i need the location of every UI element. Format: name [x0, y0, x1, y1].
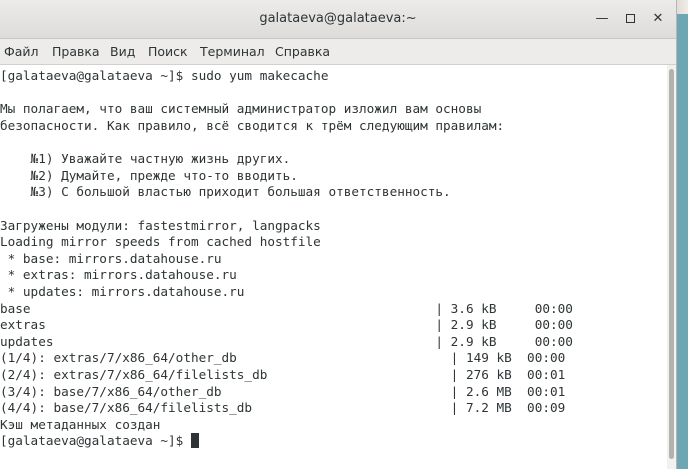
scrollbar-thumb[interactable]: [669, 69, 674, 459]
terminal-line: №3) С большой властью приходит большая о…: [0, 184, 451, 199]
menu-edit[interactable]: Правка: [52, 44, 100, 59]
menu-search[interactable]: Поиск: [148, 44, 188, 59]
menu-view[interactable]: Вид: [110, 44, 135, 59]
terminal-line: №2) Думайте, прежде что-то вводить.: [0, 168, 298, 183]
menu-bar: Файл Правка Вид Поиск Терминал Справка: [0, 39, 676, 65]
terminal-line: (4/4): base/7/x86_64/filelists_db | 7.2 …: [0, 400, 566, 415]
maximize-button[interactable]: [620, 9, 640, 29]
terminal-line: * updates: mirrors.datahouse.ru: [0, 284, 245, 299]
terminal-line: updates | 2.9 kB 00:00: [0, 334, 573, 349]
terminal-line: Загружены модули: fastestmirror, langpac…: [0, 218, 321, 233]
minimize-icon: —: [595, 11, 609, 26]
prompt-text: [galataeva@galataeva ~]$: [0, 433, 191, 448]
terminal-line: безопасности. Как правило, всё сводится …: [0, 118, 505, 133]
menu-terminal[interactable]: Терминал: [200, 44, 265, 59]
terminal-line: * base: mirrors.datahouse.ru: [0, 251, 222, 266]
terminal-line: base | 3.6 kB 00:00: [0, 301, 573, 316]
close-button[interactable]: ✕: [648, 9, 668, 29]
terminal-line: Кэш метаданных создан: [0, 417, 161, 432]
close-icon: ✕: [652, 11, 664, 26]
menu-file[interactable]: Файл: [4, 44, 39, 59]
terminal-line: [galataeva@galataeva ~]$ sudo yum makeca…: [0, 68, 329, 83]
terminal-line: (1/4): extras/7/x86_64/other_db | 149 kB…: [0, 350, 566, 365]
terminal-output[interactable]: [galataeva@galataeva ~]$ sudo yum makeca…: [0, 65, 667, 469]
terminal-line: Loading mirror speeds from cached hostfi…: [0, 234, 321, 249]
terminal-line: №1) Уважайте частную жизнь других.: [0, 151, 291, 166]
terminal-line: (3/4): base/7/x86_64/other_db | 2.6 MB 0…: [0, 384, 566, 399]
window-title: galataeva@galataeva:~: [259, 11, 417, 26]
maximize-icon: [625, 14, 635, 23]
title-bar[interactable]: galataeva@galataeva:~ — ✕: [0, 0, 676, 39]
terminal-line: (2/4): extras/7/x86_64/filelists_db | 27…: [0, 367, 566, 382]
menu-help[interactable]: Справка: [275, 44, 330, 59]
terminal-line: Мы полагаем, что ваш системный администр…: [0, 101, 482, 116]
terminal-scrollbar[interactable]: [667, 65, 676, 469]
terminal-line: extras | 2.9 kB 00:00: [0, 317, 573, 332]
terminal-line: * extras: mirrors.datahouse.ru: [0, 267, 237, 282]
terminal-prompt-line[interactable]: [galataeva@galataeva ~]$: [0, 432, 199, 449]
terminal-window: galataeva@galataeva:~ — ✕ Файл Правка Ви…: [0, 0, 676, 469]
minimize-button[interactable]: —: [592, 9, 612, 29]
terminal-cursor: [190, 433, 199, 448]
